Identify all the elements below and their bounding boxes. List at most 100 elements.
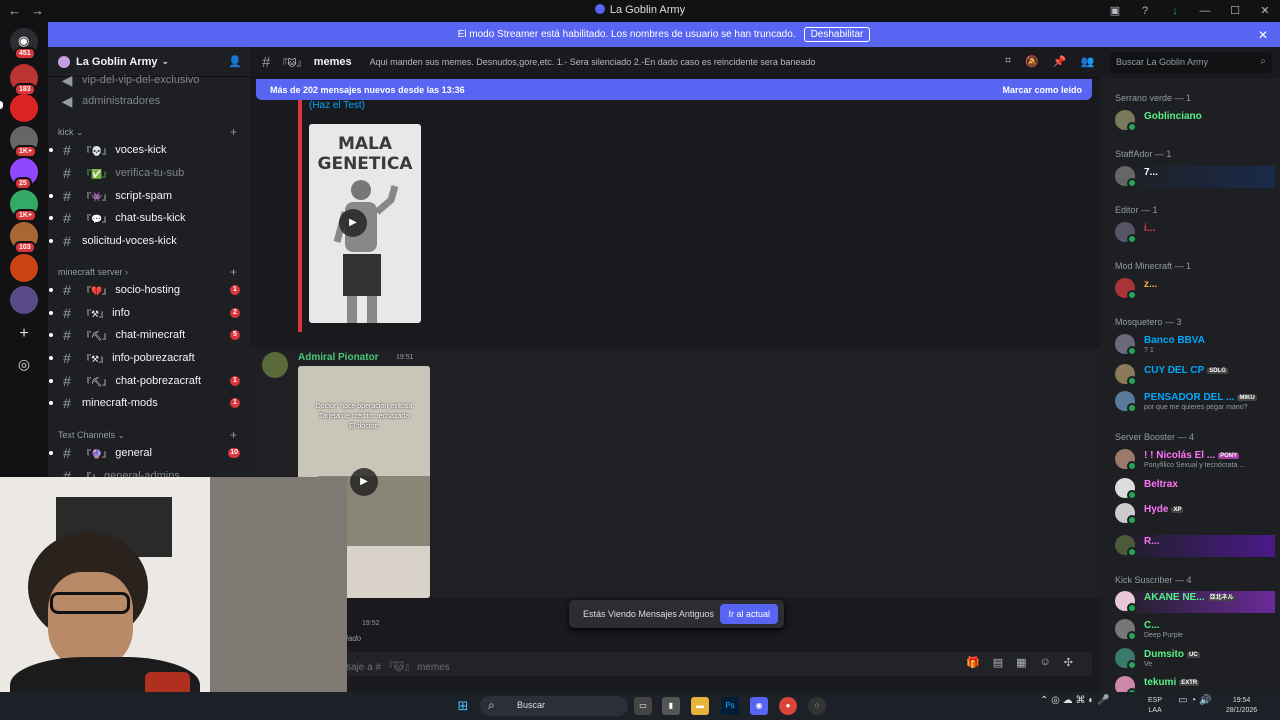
threads-icon[interactable]: ⌗ [1005,55,1011,68]
photoshop-icon[interactable]: Ps [721,697,739,715]
member-item[interactable]: CUY DEL CP SDLG [1115,364,1275,386]
taskbar-search[interactable]: Buscar [480,696,628,716]
channel-item[interactable]: # 『💬』 chat-subs-kick [48,208,250,228]
new-messages-bar[interactable]: Más de 202 mensajes nuevos desde las 13:… [256,79,1092,100]
add-channel-icon[interactable]: + [230,125,237,139]
member-item[interactable]: i... [1115,222,1275,244]
member-item[interactable]: Beltrax [1115,478,1275,500]
member-item[interactable]: C... Deep Purple [1115,619,1275,641]
discover-icon[interactable]: ◎ [10,350,38,378]
play-icon[interactable]: ▶ [350,468,378,496]
help-icon[interactable]: ? [1130,0,1160,22]
server-icon[interactable]: 1K+ [10,126,38,158]
avatar [1115,503,1137,525]
channel-item[interactable]: # solicitud-voces-kick [48,231,250,251]
clock-date: 28/1/2026 [1226,707,1258,714]
channel-item[interactable]: # 『⚒』 info 2 [48,303,250,323]
hash-icon: # [63,282,71,298]
close-window-icon[interactable]: ✕ [1250,0,1280,22]
member-item[interactable]: R... [1115,535,1275,557]
add-channel-icon[interactable]: + [230,265,237,279]
task-view-icon[interactable]: ▭ [634,697,652,715]
server-icon[interactable]: 183 [10,64,38,96]
pin-icon[interactable]: 📌 [1053,55,1067,68]
member-item[interactable]: z... [1115,278,1275,300]
channel-item[interactable]: ◀ administradores [48,91,250,111]
play-icon[interactable]: ▶ [339,209,367,237]
channel-item[interactable]: # 『⚒』 info-pobrezacraft [48,348,250,368]
tray-icons[interactable]: ⌃ ◎ ☁ ⌘ ◐ 🎤 [1040,696,1110,706]
minimize-icon[interactable]: — [1190,0,1220,22]
server-icon[interactable] [10,254,38,282]
channel-item[interactable]: # 『⛏』 chat-minecraft 5 [48,325,250,345]
member-item[interactable]: ! ! Nicolás El ... PONY Ponyfilico Sexual … [1115,449,1275,471]
close-icon[interactable]: ✕ [1258,28,1268,42]
inbox-icon[interactable]: ▣ [1100,0,1130,22]
video-thumbnail[interactable]: MALA GENETICA ▶ [309,124,421,323]
invite-icon[interactable]: 👤 [228,55,242,68]
disable-streamer-button[interactable]: Deshabilitar [803,27,871,42]
file-explorer-icon[interactable]: ▬ [691,697,709,715]
channel-item[interactable]: ◀ vip-del-vip-del-exclusivo [48,70,250,90]
clock[interactable]: 19:54 28/1/2026 [1226,696,1257,716]
apps-icon[interactable]: ✣ [1064,656,1073,669]
server-icon[interactable] [10,94,38,122]
app-icon[interactable]: ◌ [808,697,826,715]
gif-icon[interactable]: ▤ [993,656,1003,669]
add-server-icon[interactable]: + [10,320,38,348]
clock-time: 19:54 [1232,697,1251,704]
hash-icon: # [63,373,71,389]
member-item[interactable]: tekumi EXTR [1115,676,1275,692]
chrome-icon[interactable]: ● [779,697,797,715]
server-icon[interactable] [10,286,38,314]
channel-item[interactable]: # minecraft-mods 1 [48,393,250,413]
embed-link[interactable]: (Haz el Test) [309,100,365,111]
notifications-icon[interactable]: 🔕 [1025,55,1039,68]
add-channel-icon[interactable]: + [230,428,237,442]
server-icon[interactable]: 103 [10,222,38,254]
member-item[interactable]: Hyde XP [1115,503,1275,525]
channel-item[interactable]: # 『💀』 voces-kick [48,140,250,160]
language-indicator[interactable]: ESP LAA [1148,696,1162,716]
network-volume-icons[interactable]: ▭ ◔ 🔊 [1178,696,1212,706]
twitch-server-icon[interactable]: 25 [10,158,38,190]
message-timestamp: 19:52 [362,620,380,627]
member-item[interactable]: Goblinciano [1115,110,1275,132]
category-kick[interactable]: kick ⌄ + [58,125,237,139]
channel-item[interactable]: # 『✅』 verifica-tu-sub [48,163,250,183]
member-group-title: StaffAdor — 1 [1115,149,1172,159]
download-icon[interactable]: ↓ [1160,0,1190,22]
members-icon[interactable]: 👥 [1081,55,1095,68]
channel-item[interactable]: # 『⛏』 chat-pobrezacraft 1 [48,371,250,391]
channel-item[interactable]: # 『💔』 socio-hosting 1 [48,280,250,300]
message: Admiral Pionator 19:51 Doctor: hace oper… [250,348,1100,598]
search-input[interactable]: Buscar La Goblin Army ⌕ [1110,52,1272,73]
message-author[interactable]: Admiral Pionator [298,352,379,363]
discord-taskbar-icon[interactable]: ◉ [750,697,768,715]
avatar[interactable] [262,352,288,378]
server-icon[interactable]: 1K+ [10,190,38,222]
member-item[interactable]: 7... [1115,166,1275,188]
hash-icon: # [63,142,71,158]
member-item[interactable]: AKANE NE... 亞北ネル [1115,591,1275,613]
emoji-icon[interactable]: ☺ [1040,656,1051,669]
member-group-title: Kick Suscriber — 4 [1115,575,1192,585]
maximize-icon[interactable]: ☐ [1220,0,1250,22]
member-item[interactable]: PENSADOR DEL ... MIKU por que me quieres p… [1115,391,1275,413]
member-item[interactable]: Banco BBVA? 1 [1115,334,1275,356]
gift-icon[interactable]: 🎁 [966,656,980,669]
channel-topic[interactable]: Aqui manden sus memes. Desnudos,gore,etc… [370,57,850,67]
windows-start-icon[interactable]: ⊞ [454,697,472,715]
sticker-icon[interactable]: ▦ [1016,656,1026,669]
app-icon[interactable]: ▮ [662,697,680,715]
mark-as-read-button[interactable]: Marcar como leído [1002,85,1082,95]
channel-item[interactable]: # 『🔮』 general 10 [48,443,250,463]
member-group-title: Mosquetero — 3 [1115,317,1182,327]
search-icon: ⌕ [1260,56,1266,67]
member-item[interactable]: Dumsito UC Ve [1115,648,1275,670]
discord-home-icon[interactable]: ◉ 451 [10,28,38,60]
channel-item[interactable]: # 『👾』 script-spam [48,186,250,206]
jump-to-present-button[interactable]: Ir al actual [720,604,778,624]
category-minecraft[interactable]: minecraft server › + [58,265,237,279]
category-text[interactable]: Text Channels ⌄ + [58,428,237,442]
